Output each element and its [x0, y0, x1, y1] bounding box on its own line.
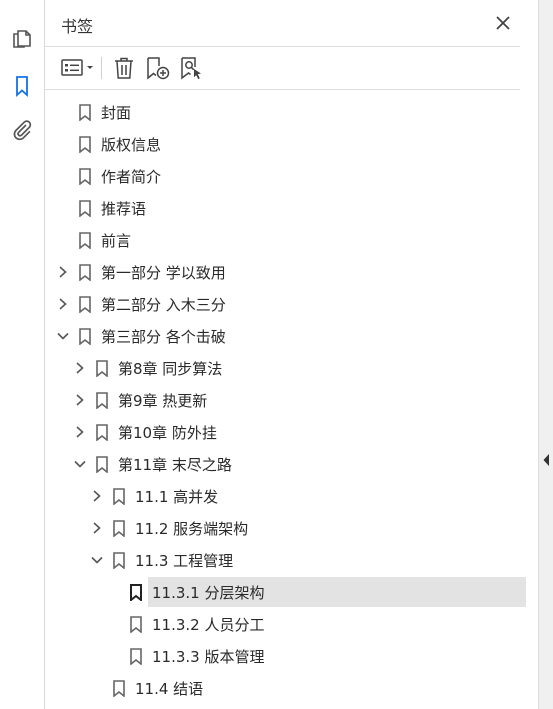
bookmark-icon [96, 392, 108, 409]
bookmark-toolbar [45, 47, 520, 90]
bookmark-icon [130, 616, 142, 633]
paperclip-icon[interactable] [10, 118, 34, 142]
bookmark-icon [113, 520, 125, 537]
bookmark-item[interactable]: 封面 [45, 97, 528, 127]
bookmark-label: 第三部分 各个击破 [101, 328, 226, 346]
bookmark-label: 11.3.1 分层架构 [152, 584, 265, 602]
bookmark-icon [79, 200, 91, 217]
bookmark-icon [79, 136, 91, 153]
bookmark-icon [79, 168, 91, 185]
chevron-down-icon[interactable] [74, 457, 86, 471]
bookmark-icon [79, 328, 91, 345]
bookmark-label: 第8章 同步算法 [118, 360, 223, 378]
close-icon[interactable] [494, 14, 512, 32]
bookmark-item[interactable]: 推荐语 [45, 193, 528, 223]
bookmark-item[interactable]: 11.3.1 分层架构 [45, 577, 528, 607]
bookmark-item[interactable]: 11.1 高并发 [45, 481, 528, 511]
bookmark-item[interactable]: 第10章 防外挂 [45, 417, 528, 447]
options-menu-icon[interactable] [61, 55, 97, 81]
bookmark-label: 前言 [101, 232, 132, 250]
bookmark-label: 11.4 结语 [135, 680, 204, 698]
bookmark-icon [79, 264, 91, 281]
bookmark-icon[interactable] [10, 74, 34, 98]
bookmark-icon [130, 584, 142, 601]
bookmark-item[interactable]: 版权信息 [45, 129, 528, 159]
bookmark-label: 封面 [101, 104, 132, 122]
chevron-down-icon[interactable] [91, 553, 103, 567]
find-bookmark-icon[interactable] [179, 55, 205, 81]
panel-header: 书签 [45, 0, 520, 47]
bookmark-icon [96, 424, 108, 441]
bookmark-icon [79, 232, 91, 249]
bookmark-item[interactable]: 第11章 末尽之路 [45, 449, 528, 479]
bookmark-item[interactable]: 11.3.3 版本管理 [45, 641, 528, 671]
bookmark-label: 推荐语 [101, 200, 147, 218]
bookmark-item[interactable]: 11.2 服务端架构 [45, 513, 528, 543]
bookmark-icon [130, 648, 142, 665]
bookmark-item[interactable]: 11.3.2 人员分工 [45, 609, 528, 639]
chevron-right-icon[interactable] [74, 393, 86, 407]
chevron-right-icon[interactable] [91, 521, 103, 535]
bookmark-icon [113, 680, 125, 697]
bookmark-label: 11.1 高并发 [135, 488, 219, 506]
bookmark-label: 第11章 末尽之路 [118, 456, 232, 474]
panel-title: 书签 [61, 17, 94, 36]
bookmark-item[interactable]: 11.4 结语 [45, 673, 528, 703]
bookmark-label: 11.3 工程管理 [135, 552, 234, 570]
bookmark-icon [96, 360, 108, 377]
bookmark-icon [113, 552, 125, 569]
bookmark-item[interactable]: 11.3 工程管理 [45, 545, 528, 575]
toolbar-separator [101, 57, 102, 79]
bookmark-label: 第二部分 入木三分 [101, 296, 226, 314]
bookmark-item[interactable]: 第三部分 各个击破 [45, 321, 528, 351]
panel-splitter[interactable] [538, 0, 553, 709]
new-bookmark-icon[interactable] [145, 55, 171, 81]
navigation-rail [0, 0, 45, 709]
chevron-right-icon[interactable] [91, 489, 103, 503]
trash-icon[interactable] [112, 55, 136, 81]
bookmark-label: 第10章 防外挂 [118, 424, 217, 442]
bookmark-item[interactable]: 第二部分 入木三分 [45, 289, 528, 319]
chevron-right-icon[interactable] [57, 265, 69, 279]
bookmarks-panel: 书签 封面 版权信息 作者简介 推荐语 前言 第一部分 学以致用 第二部分 入木… [45, 0, 538, 709]
bookmark-label: 第一部分 学以致用 [101, 264, 226, 282]
bookmark-item[interactable]: 第8章 同步算法 [45, 353, 528, 383]
bookmark-item[interactable]: 作者简介 [45, 161, 528, 191]
bookmark-item[interactable]: 前言 [45, 225, 528, 255]
chevron-left-icon[interactable] [542, 453, 551, 467]
bookmark-icon [113, 488, 125, 505]
bookmark-item[interactable]: 第9章 热更新 [45, 385, 528, 415]
bookmark-icon [96, 456, 108, 473]
bookmark-label: 作者简介 [101, 168, 162, 186]
bookmark-label: 11.3.2 人员分工 [152, 616, 265, 634]
bookmark-label: 版权信息 [101, 136, 162, 154]
pages-icon[interactable] [10, 26, 34, 50]
bookmark-item[interactable]: 第一部分 学以致用 [45, 257, 528, 287]
chevron-right-icon[interactable] [57, 297, 69, 311]
bookmark-icon [79, 296, 91, 313]
chevron-right-icon[interactable] [74, 425, 86, 439]
bookmark-icon [79, 104, 91, 121]
chevron-down-icon[interactable] [57, 329, 69, 343]
bookmark-label: 第9章 热更新 [118, 392, 208, 410]
chevron-right-icon[interactable] [74, 361, 86, 375]
bookmark-label: 11.3.3 版本管理 [152, 648, 265, 666]
bookmark-label: 11.2 服务端架构 [135, 520, 249, 538]
